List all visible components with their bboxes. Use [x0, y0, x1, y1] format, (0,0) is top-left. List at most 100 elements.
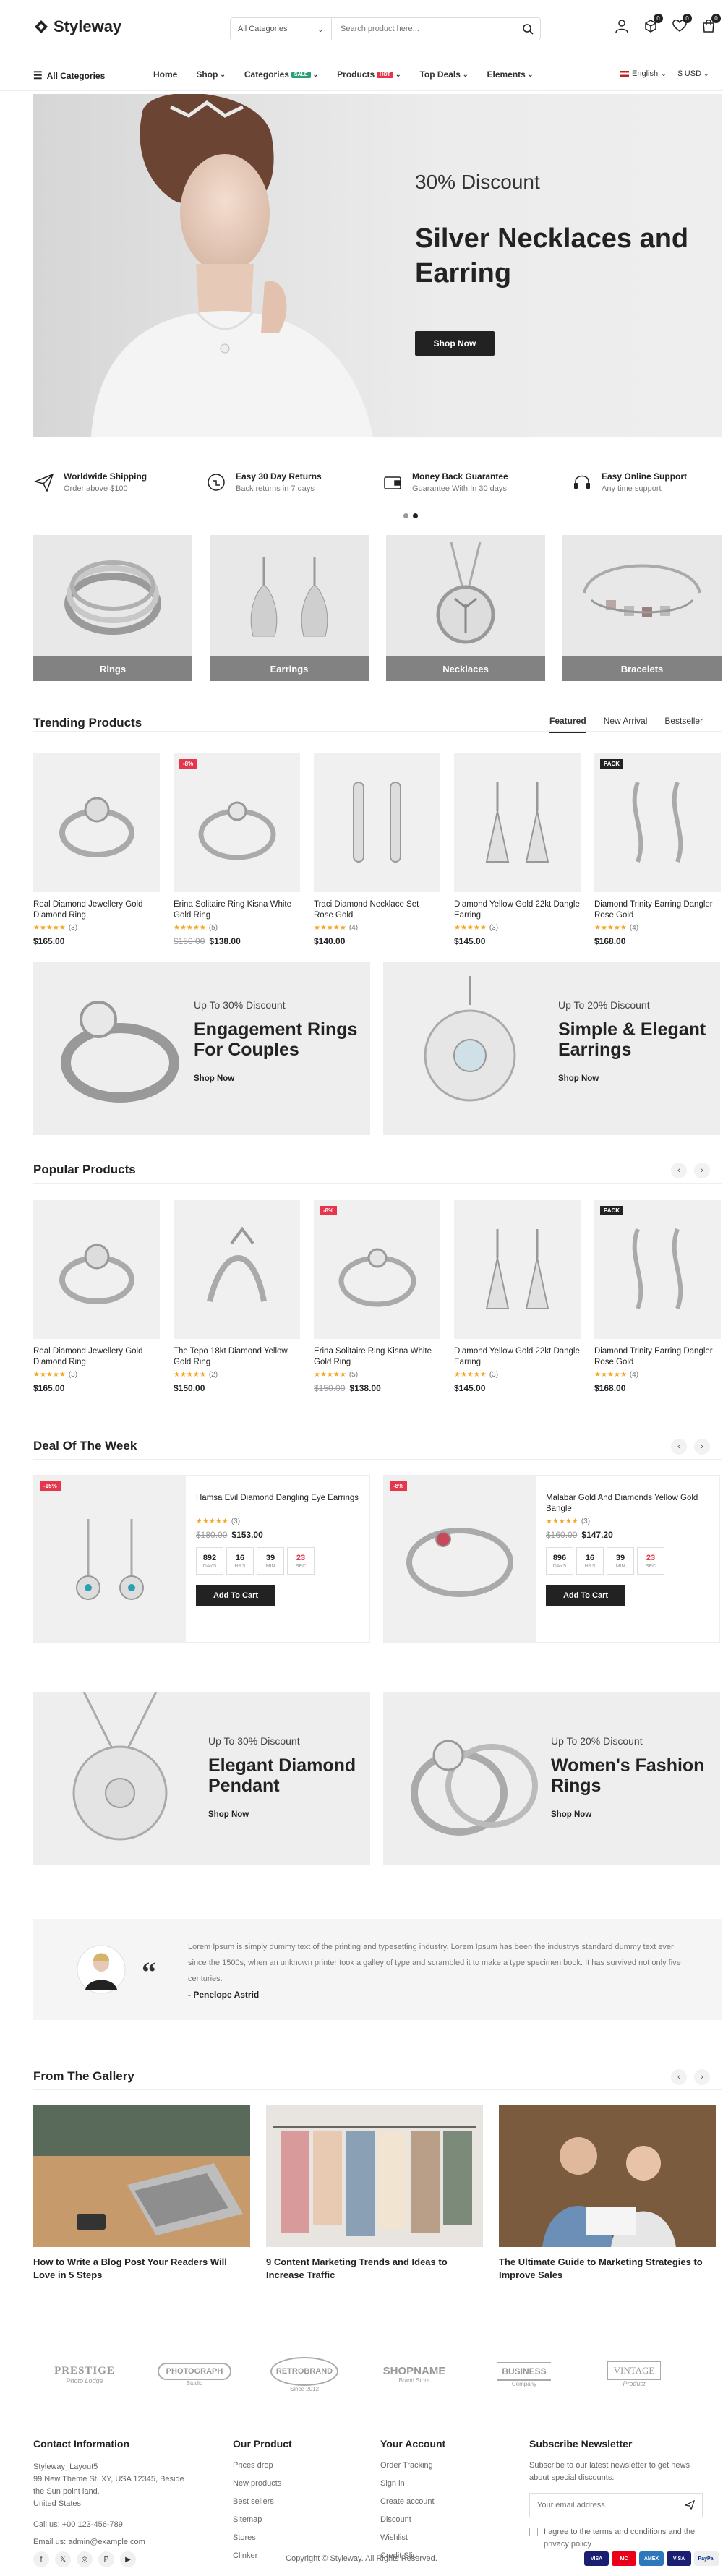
logo[interactable]: Styleway [33, 17, 121, 36]
all-categories-button[interactable]: ☰ All Categories [33, 69, 105, 82]
footer-link[interactable]: Create account [380, 2493, 510, 2511]
product-name[interactable]: Real Diamond Jewellery Gold Diamond Ring [33, 1346, 160, 1368]
prev-arrow-button[interactable]: ‹ [671, 1439, 687, 1455]
blog-image[interactable] [499, 2105, 716, 2247]
search-category-select[interactable]: All Categories ⌄ [231, 18, 332, 40]
blog-post[interactable]: How to Write a Blog Post Your Readers Wi… [33, 2105, 250, 2282]
search-button[interactable] [515, 18, 540, 40]
blog-title[interactable]: The Ultimate Guide to Marketing Strategi… [499, 2256, 716, 2282]
product-card[interactable]: PACK Diamond Trinity Earring Dangler Ros… [594, 1200, 721, 1393]
shop-now-link[interactable]: Shop Now [551, 1810, 710, 1819]
wishlist-button[interactable]: 0 [671, 14, 692, 35]
blog-image[interactable] [266, 2105, 483, 2247]
deal-card[interactable]: -8% Malabar Gold And Diamonds Yellow Gol… [383, 1475, 720, 1643]
add-to-cart-button[interactable]: Add To Cart [196, 1585, 275, 1606]
slider-dot-active[interactable] [413, 513, 418, 518]
promo-banner-fashion-rings[interactable]: Up To 20% Discount Women's Fashion Rings… [383, 1692, 720, 1865]
terms-checkbox[interactable] [529, 2528, 538, 2536]
prev-arrow-button[interactable]: ‹ [671, 1163, 687, 1178]
contact-phone[interactable]: Call us: +00 123-456-789 [33, 2520, 214, 2529]
email-input[interactable] [530, 2494, 677, 2517]
product-name[interactable]: Diamond Trinity Earring Dangler Rose Gol… [594, 1346, 721, 1368]
product-card[interactable]: Real Diamond Jewellery Gold Diamond Ring… [33, 1200, 160, 1393]
category-necklaces[interactable]: Necklaces [386, 535, 545, 681]
product-name[interactable]: Diamond Yellow Gold 22kt Dangle Earring [454, 1346, 581, 1368]
deal-image[interactable]: -8% [384, 1476, 536, 1642]
footer-link[interactable]: Order Tracking [380, 2457, 510, 2475]
next-arrow-button[interactable]: › [694, 1163, 710, 1178]
footer-link[interactable]: Sitemap [233, 2511, 363, 2529]
brand-logo[interactable]: VINTAGE Product [587, 2353, 681, 2396]
product-image[interactable] [174, 1200, 300, 1339]
cart-button[interactable]: 0 [700, 14, 721, 35]
brand-logo[interactable]: SHOPNAME Brand Store [367, 2353, 461, 2396]
category-rings[interactable]: Rings [33, 535, 192, 681]
footer-link[interactable]: Discount [380, 2511, 510, 2529]
blog-image[interactable] [33, 2105, 250, 2247]
account-button[interactable] [613, 17, 630, 35]
product-name[interactable]: Diamond Trinity Earring Dangler Rose Gol… [594, 899, 721, 921]
next-arrow-button[interactable]: › [694, 1439, 710, 1455]
category-earrings[interactable]: Earrings [210, 535, 369, 681]
slider-dot[interactable] [403, 513, 408, 518]
product-image[interactable] [33, 1200, 160, 1339]
product-image[interactable]: PACK [594, 753, 721, 892]
compare-button[interactable]: 0 [642, 14, 663, 35]
nav-item-elements[interactable]: Elements ⌄ [487, 69, 534, 80]
footer-link[interactable]: Sign in [380, 2475, 510, 2493]
product-image[interactable]: PACK [594, 1200, 721, 1339]
product-card[interactable]: Diamond Yellow Gold 22kt Dangle Earring … [454, 753, 581, 946]
deal-image[interactable]: -15% [34, 1476, 186, 1642]
product-name[interactable]: Erina Solitaire Ring Kisna White Gold Ri… [174, 899, 300, 921]
nav-item-products[interactable]: Products HOT ⌄ [337, 69, 401, 80]
nav-item-top-deals[interactable]: Top Deals ⌄ [419, 69, 468, 80]
nav-item-home[interactable]: Home [153, 69, 177, 80]
shop-now-link[interactable]: Shop Now [558, 1074, 710, 1083]
product-card[interactable]: The Tepo 18kt Diamond Yellow Gold Ring ★… [174, 1200, 300, 1393]
product-image[interactable] [454, 1200, 581, 1339]
nav-item-shop[interactable]: Shop ⌄ [196, 69, 226, 80]
search-input[interactable] [332, 18, 515, 40]
promo-banner-engagement[interactable]: Up To 30% Discount Engagement Rings For … [33, 962, 370, 1135]
add-to-cart-button[interactable]: Add To Cart [546, 1585, 625, 1606]
footer-link[interactable]: Prices drop [233, 2457, 363, 2475]
promo-banner-earrings[interactable]: Up To 20% Discount Simple & Elegant Earr… [383, 962, 720, 1135]
product-name[interactable]: The Tepo 18kt Diamond Yellow Gold Ring [174, 1346, 300, 1368]
product-card[interactable]: Diamond Yellow Gold 22kt Dangle Earring … [454, 1200, 581, 1393]
product-name[interactable]: Real Diamond Jewellery Gold Diamond Ring [33, 899, 160, 921]
category-bracelets[interactable]: Bracelets [562, 535, 722, 681]
product-name[interactable]: Diamond Yellow Gold 22kt Dangle Earring [454, 899, 581, 921]
language-select[interactable]: English ⌄ [620, 69, 667, 78]
product-card[interactable]: Traci Diamond Necklace Set Rose Gold ★★★… [314, 753, 440, 946]
brand-logo[interactable]: PHOTOGRAPH Studio [147, 2353, 241, 2396]
promo-banner-pendant[interactable]: Up To 30% Discount Elegant Diamond Penda… [33, 1692, 370, 1865]
product-card[interactable]: -8% Erina Solitaire Ring Kisna White Gol… [174, 753, 300, 946]
product-image[interactable] [314, 753, 440, 892]
currency-select[interactable]: $ USD ⌄ [678, 69, 709, 78]
brand-logo[interactable]: BUSINESS Company [477, 2353, 571, 2396]
blog-title[interactable]: How to Write a Blog Post Your Readers Wi… [33, 2256, 250, 2282]
shop-now-link[interactable]: Shop Now [194, 1074, 360, 1083]
send-button[interactable] [677, 2500, 702, 2510]
product-name[interactable]: Erina Solitaire Ring Kisna White Gold Ri… [314, 1346, 440, 1368]
product-name[interactable]: Traci Diamond Necklace Set Rose Gold [314, 899, 440, 921]
product-image[interactable] [33, 753, 160, 892]
prev-arrow-button[interactable]: ‹ [671, 2069, 687, 2085]
product-name[interactable]: Malabar Gold And Diamonds Yellow Gold Ba… [546, 1493, 712, 1515]
brand-logo[interactable]: PRESTIGE Photo Lodge [38, 2353, 132, 2396]
brand-logo[interactable]: RETROBRAND Since 2012 [257, 2353, 351, 2396]
footer-link[interactable]: Best sellers [233, 2493, 363, 2511]
nav-item-categories[interactable]: Categories SALE ⌄ [244, 69, 318, 80]
product-image[interactable]: -8% [314, 1200, 440, 1339]
shop-now-link[interactable]: Shop Now [208, 1810, 360, 1819]
product-card[interactable]: PACK Diamond Trinity Earring Dangler Ros… [594, 753, 721, 946]
footer-link[interactable]: New products [233, 2475, 363, 2493]
product-card[interactable]: -8% Erina Solitaire Ring Kisna White Gol… [314, 1200, 440, 1393]
product-image[interactable] [454, 753, 581, 892]
product-image[interactable]: -8% [174, 753, 300, 892]
blog-post[interactable]: The Ultimate Guide to Marketing Strategi… [499, 2105, 716, 2282]
product-name[interactable]: Hamsa Evil Diamond Dangling Eye Earrings [196, 1493, 362, 1515]
blog-title[interactable]: 9 Content Marketing Trends and Ideas to … [266, 2256, 483, 2282]
blog-post[interactable]: 9 Content Marketing Trends and Ideas to … [266, 2105, 483, 2282]
hero-shop-now-button[interactable]: Shop Now [415, 331, 495, 356]
